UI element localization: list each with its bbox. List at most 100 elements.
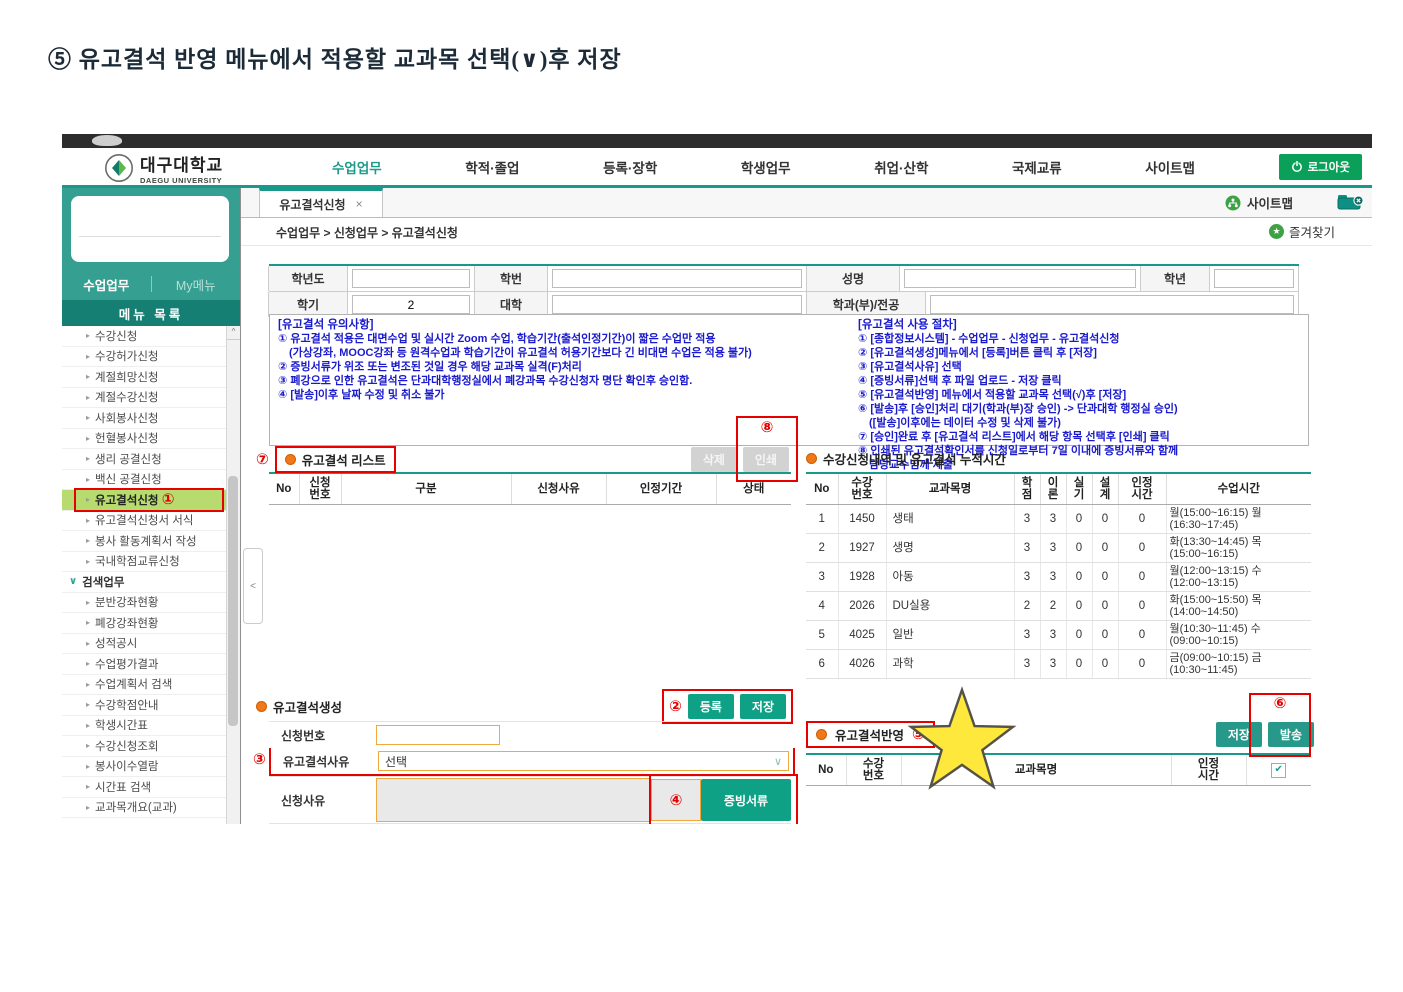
send-button[interactable]: 발송 xyxy=(1267,721,1314,747)
triangle-icon: ▸ xyxy=(86,618,91,628)
student-info-form: 학년도 학번 성명 학년 학기 대학 학과(부)/전공 xyxy=(268,264,1299,318)
sidebar-item-label: 봉사이수열람 xyxy=(95,761,159,774)
name-input[interactable] xyxy=(904,269,1136,288)
grade-input[interactable] xyxy=(1214,269,1294,288)
sidebar-item[interactable]: ▸ 사회봉사신청 xyxy=(62,408,227,429)
page-title: ⑤ 유고결석 반영 메뉴에서 적용할 교과목 선택(∨)후 저장 xyxy=(48,47,622,72)
evidence-button[interactable]: 증빙서류 xyxy=(701,779,791,821)
col-course-code: 수강 번호 xyxy=(845,753,901,786)
sidebar-item[interactable]: ▸ 수강학점안내 xyxy=(62,695,227,716)
nav-international[interactable]: 국제교류 xyxy=(1012,157,1062,177)
tab-close-icon[interactable]: × xyxy=(356,197,363,211)
sidebar-item[interactable]: ▸ 교과목개요(교과) xyxy=(62,798,227,818)
sidebar-item-absence-application[interactable]: ▸ 유고결석신청 ① xyxy=(62,488,227,512)
sidebar-tab-classwork[interactable]: 수업업무 xyxy=(62,275,151,294)
annotation-3: ③ xyxy=(253,751,266,768)
close-tabs-icon[interactable] xyxy=(1337,194,1365,216)
sidebar: 수업업무 My메뉴 메뉴 목록 ▸ 수강신청 ▸ 수강허가신청 ▸ 계절희망신청 ▸ 계… xyxy=(62,188,240,824)
sidebar-item[interactable]: ▸ 수업평가결과 xyxy=(62,654,227,675)
star-icon: ★ xyxy=(1268,224,1284,239)
sidebar-item-label: 수강학점안내 xyxy=(95,699,159,712)
sidebar-item[interactable]: ▸ 국내학점교류신청 xyxy=(62,552,227,572)
tab-bar: 유고결석신청 × 사이트맵 xyxy=(241,188,1372,218)
sidebar-item[interactable]: ▸ 폐강강좌현황 xyxy=(62,613,227,634)
section-bullet xyxy=(284,453,296,465)
sidebar-item[interactable]: ▸ 수강신청 xyxy=(62,326,227,347)
university-logo-icon xyxy=(105,154,133,182)
absence-reason-select[interactable]: 선택 ∨ xyxy=(378,751,789,771)
print-button[interactable]: 인쇄 xyxy=(742,446,789,472)
triangle-icon: ▸ xyxy=(86,351,91,361)
sidebar-item[interactable]: ▸ 생리 공결신청 xyxy=(62,449,227,470)
nav-classwork[interactable]: 수업업무 xyxy=(332,157,382,177)
sitemap-label: 사이트맵 xyxy=(1246,197,1293,211)
triangle-icon: ▸ xyxy=(86,638,91,648)
course-row: 2 1927 생명 3 30 00 화(13:30~14:45) 목(15:00~1… xyxy=(806,533,1311,563)
nav-records-graduation[interactable]: 학적·졸업 xyxy=(465,157,519,177)
triangle-icon: ▸ xyxy=(86,372,91,382)
favorite-link[interactable]: ★ 즐겨찾기 xyxy=(1268,222,1335,241)
sidebar-item[interactable]: ▸ 수강허가신청 xyxy=(62,347,227,367)
col-course-name: 교과목명 xyxy=(900,753,1171,786)
application-number-input[interactable] xyxy=(376,725,500,745)
absence-reason-type-label: 유고결석사유 xyxy=(283,754,350,769)
logout-button[interactable]: 로그아웃 xyxy=(1278,153,1362,180)
notice-line: ⑤ [유고결석반영] 메뉴에서 적용할 교과목 선택(√)후 [저장] xyxy=(858,389,1127,401)
sidebar-tab-mymenu[interactable]: My메뉴 xyxy=(152,275,241,294)
college-input[interactable] xyxy=(552,295,802,314)
nav-career-industry[interactable]: 취업·산학 xyxy=(874,157,928,177)
col-recognized-period: 인정기간 xyxy=(605,472,716,505)
sidebar-item-label: 수강신청 xyxy=(95,330,138,343)
nav-registration-scholarship[interactable]: 등록·장학 xyxy=(603,157,657,177)
sidebar-item[interactable]: ▸ 수업계획서 검색 xyxy=(62,675,227,695)
tab-absence-application[interactable]: 유고결석신청 × xyxy=(259,188,383,217)
sidebar-item[interactable]: ▸ 백신 공결신청 xyxy=(62,470,227,490)
annotation-box-5: 유고결석반영 ⑤ xyxy=(806,720,935,748)
courses-header: 수강신청내역 및 유고결석 누적시간 xyxy=(806,446,1326,470)
col-course-name: 교과목명 xyxy=(885,472,1014,505)
favorite-label: 즐겨찾기 xyxy=(1288,226,1335,240)
sidebar-item[interactable]: ▸ 계절수강신청 xyxy=(62,388,227,408)
semester-input[interactable] xyxy=(352,295,470,314)
sidebar-item-label: 수업평가결과 xyxy=(95,658,159,671)
grade-field-cell xyxy=(1209,266,1299,291)
sidebar-item[interactable]: ▸ 성적공시 xyxy=(62,634,227,654)
sidebar-item[interactable]: ▸ 계절희망신청 xyxy=(62,367,227,388)
name-label: 성명 xyxy=(806,266,900,291)
year-input[interactable] xyxy=(352,269,470,288)
sidebar-scrollbar[interactable]: ^ xyxy=(226,326,240,824)
select-all-checkbox[interactable]: ✔ xyxy=(1271,762,1287,778)
content-area: 유고결석신청 × 사이트맵 수업업무 > 신청업무 > 유고결석신청 ★ 즐겨찾… xyxy=(240,188,1372,824)
triangle-icon: ▸ xyxy=(86,782,91,792)
sidebar-item[interactable]: ▸ 학생시간표 xyxy=(62,716,227,736)
major-input[interactable] xyxy=(930,295,1294,314)
apply-save-button[interactable]: 저장 xyxy=(1215,721,1262,747)
absence-reason-select-value: 선택 xyxy=(385,754,408,769)
sidebar-item[interactable]: ▸ 분반강좌현황 xyxy=(62,593,227,613)
save-button[interactable]: 저장 xyxy=(739,693,786,719)
sidebar-item[interactable]: ▸ 수강신청조회 xyxy=(62,736,227,757)
annotation-7: ⑦ xyxy=(256,450,269,468)
sidebar-item[interactable]: ▸ 시간표 검색 xyxy=(62,777,227,798)
sidebar-item[interactable]: ▸ 봉사 활동계획서 작성 xyxy=(62,531,227,552)
student-id-input[interactable] xyxy=(552,269,802,288)
notice-cautions-title: [유고결석 유의사항] xyxy=(278,319,374,331)
sidebar-item[interactable]: ▸ 봉사이수열람 xyxy=(62,757,227,777)
sidebar-item-label: 계절희망신청 xyxy=(95,371,159,384)
nav-student-affairs[interactable]: 학생업무 xyxy=(741,157,791,177)
register-button[interactable]: 등록 xyxy=(687,693,734,719)
university-subtitle: DAEGU UNIVERSITY xyxy=(140,176,223,185)
delete-button[interactable]: 삭제 xyxy=(690,446,737,472)
nav-sitemap[interactable]: 사이트맵 xyxy=(1145,157,1195,177)
sidebar-section-search[interactable]: ∨ 검색업무 xyxy=(62,572,227,593)
annotation-1: ① xyxy=(161,491,175,509)
sidebar-item[interactable]: ▸ 헌혈봉사신청 xyxy=(62,429,227,449)
section-bullet xyxy=(816,728,827,740)
scroll-up-arrow[interactable]: ^ xyxy=(227,326,240,340)
reason-textarea[interactable] xyxy=(376,778,651,822)
sitemap-link[interactable]: 사이트맵 xyxy=(1225,193,1293,212)
scrollbar-thumb[interactable] xyxy=(228,476,238,726)
profile-divider xyxy=(79,236,221,237)
sidebar-item[interactable]: ▸ 유고결석신청서 서식 xyxy=(62,511,227,531)
triangle-icon: ▸ xyxy=(86,802,91,812)
